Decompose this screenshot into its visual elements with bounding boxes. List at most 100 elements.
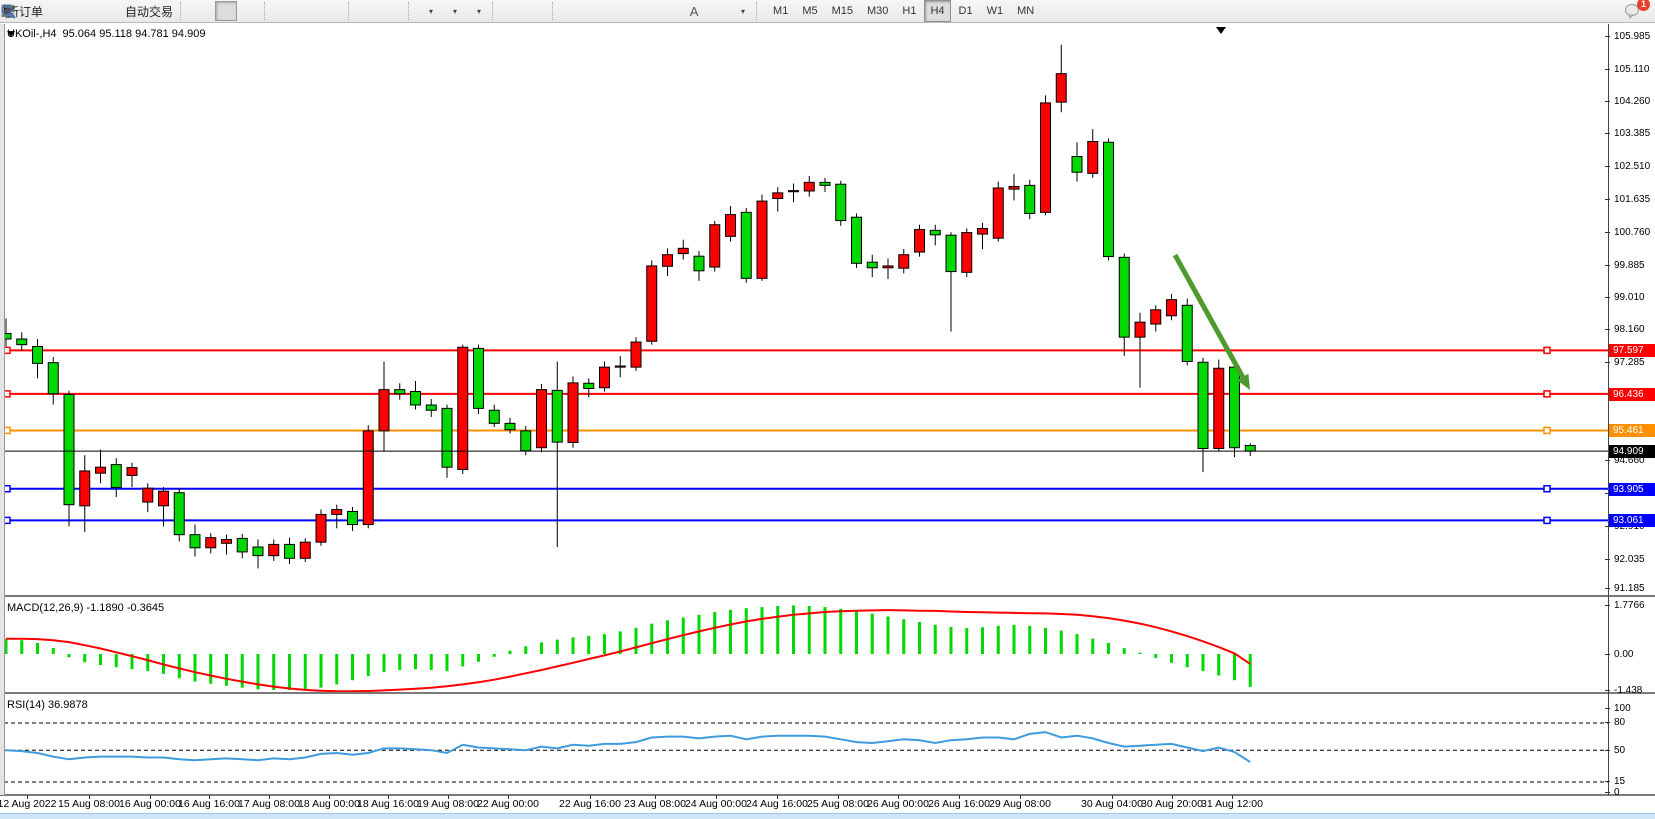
candle — [1041, 103, 1051, 212]
chart-shift-button[interactable] — [383, 1, 405, 21]
timeframe-button-M5[interactable]: M5 — [796, 0, 823, 22]
candle — [1104, 142, 1114, 256]
price-tick: 105.985 — [1614, 30, 1650, 43]
notification-badge: 1 — [1637, 0, 1650, 11]
candle — [253, 547, 263, 556]
candle — [631, 342, 641, 367]
crosshair-tool-button[interactable] — [527, 1, 549, 21]
candle — [584, 383, 594, 388]
indicators-button[interactable]: ▾ — [419, 1, 441, 21]
axis-tick-mark — [1605, 297, 1610, 298]
chevron-down-icon: ▾ — [453, 7, 457, 16]
signal-icon[interactable] — [97, 1, 119, 21]
timeframe-button-D1[interactable]: D1 — [953, 0, 979, 22]
price-tick: 99.010 — [1614, 291, 1645, 304]
tile-windows-button[interactable] — [323, 1, 345, 21]
panel-separator[interactable] — [0, 692, 1655, 695]
axis-tick-mark — [1605, 460, 1610, 461]
main-price-panel[interactable] — [0, 24, 1610, 597]
candle — [946, 235, 956, 271]
autotrading-button[interactable]: 自动交易 — [121, 1, 177, 21]
candle — [174, 493, 184, 535]
timeframe-button-M1[interactable]: M1 — [767, 0, 794, 22]
axis-tick-mark — [1605, 781, 1610, 782]
time-label: 26 Aug 16:00 — [928, 798, 990, 810]
candle — [442, 408, 452, 467]
bar-chart-mode-button[interactable] — [191, 1, 213, 21]
timeframe-button-H4[interactable]: H4 — [924, 0, 950, 22]
templates-button[interactable]: ▾ — [467, 1, 489, 21]
time-label: 15 Aug 08:00 — [58, 798, 120, 810]
axis-tick-mark — [1605, 690, 1610, 691]
level-price-badge: 93.905 — [1609, 483, 1655, 496]
line-endpoint-handle[interactable] — [1544, 517, 1550, 523]
candle — [48, 363, 58, 394]
chevron-down-icon: ▾ — [477, 7, 481, 16]
line-endpoint-handle[interactable] — [1544, 391, 1550, 397]
candle — [521, 431, 531, 451]
axis-tick-mark — [1605, 708, 1610, 709]
level-price-badge: 97.597 — [1609, 344, 1655, 357]
chart-window: UKOil-,H4 95.064 95.118 94.781 94.909 MA… — [0, 24, 1655, 819]
axis-tick-mark — [1605, 101, 1610, 102]
candle — [600, 367, 610, 388]
notifications-button[interactable]: 1 — [1623, 1, 1645, 21]
chart-shift-marker[interactable] — [1216, 27, 1226, 34]
macd-tick: 1.7766 — [1614, 599, 1645, 612]
candle — [993, 188, 1003, 238]
candle — [757, 201, 767, 278]
bottom-scroll-strip[interactable] — [0, 813, 1655, 819]
candle — [899, 255, 909, 268]
axis-tick-mark — [1605, 166, 1610, 167]
vertical-line-tool-button[interactable] — [563, 1, 585, 21]
panel-separator[interactable] — [0, 595, 1655, 598]
arrows-tool-button[interactable]: ▾ — [731, 1, 753, 21]
line-endpoint-handle[interactable] — [1544, 486, 1550, 492]
rsi-tick: 80 — [1614, 716, 1625, 729]
cursor-tool-button[interactable] — [503, 1, 525, 21]
price-axis-line — [1608, 24, 1609, 795]
candle — [206, 538, 216, 548]
time-axis: 12 Aug 202215 Aug 08:0016 Aug 00:0016 Au… — [0, 796, 1655, 813]
trendline-tool-button[interactable] — [611, 1, 633, 21]
search-icon[interactable] — [1599, 1, 1621, 21]
time-label: 22 Aug 16:00 — [559, 798, 621, 810]
timeframe-button-M30[interactable]: M30 — [861, 0, 894, 22]
market-watch-icon[interactable] — [73, 1, 95, 21]
order-book-icon[interactable] — [49, 1, 71, 21]
timeframe-button-MN[interactable]: MN — [1011, 0, 1040, 22]
axis-tick-mark — [1605, 199, 1610, 200]
candle — [269, 544, 279, 555]
toolbar-separator — [264, 2, 272, 20]
candle — [111, 465, 121, 488]
price-tick: 97.285 — [1614, 356, 1645, 369]
collapse-ohlc-icon[interactable] — [7, 30, 16, 38]
fibonacci-tool-button[interactable]: F — [659, 1, 681, 21]
auto-scroll-button[interactable] — [359, 1, 381, 21]
timeframe-button-M15[interactable]: M15 — [826, 0, 859, 22]
time-label: 25 Aug 08:00 — [807, 798, 869, 810]
timeframe-button-H1[interactable]: H1 — [896, 0, 922, 22]
rsi-label: RSI(14) 36.9878 — [7, 699, 88, 711]
zoom-in-button[interactable] — [275, 1, 297, 21]
line-chart-mode-button[interactable] — [239, 1, 261, 21]
candlestick-mode-button[interactable] — [215, 1, 237, 21]
candle — [127, 468, 137, 476]
line-endpoint-handle[interactable] — [1544, 347, 1550, 353]
text-label-tool-button[interactable]: T — [707, 1, 729, 21]
candle — [159, 491, 169, 506]
rsi-panel[interactable] — [0, 695, 1610, 795]
timeframes-menu-button[interactable]: ▾ — [443, 1, 465, 21]
line-endpoint-handle[interactable] — [1544, 427, 1550, 433]
current-price-badge: 94.909 — [1609, 445, 1655, 458]
channel-tool-button[interactable]: E — [635, 1, 657, 21]
macd-panel[interactable] — [0, 598, 1610, 694]
candle — [883, 266, 893, 268]
text-tool-button[interactable]: A — [683, 1, 705, 21]
timeframe-button-W1[interactable]: W1 — [981, 0, 1010, 22]
candle — [694, 256, 704, 271]
zoom-out-button[interactable] — [299, 1, 321, 21]
horizontal-line-tool-button[interactable] — [587, 1, 609, 21]
candle — [474, 348, 484, 408]
toolbar-separator — [492, 2, 500, 20]
